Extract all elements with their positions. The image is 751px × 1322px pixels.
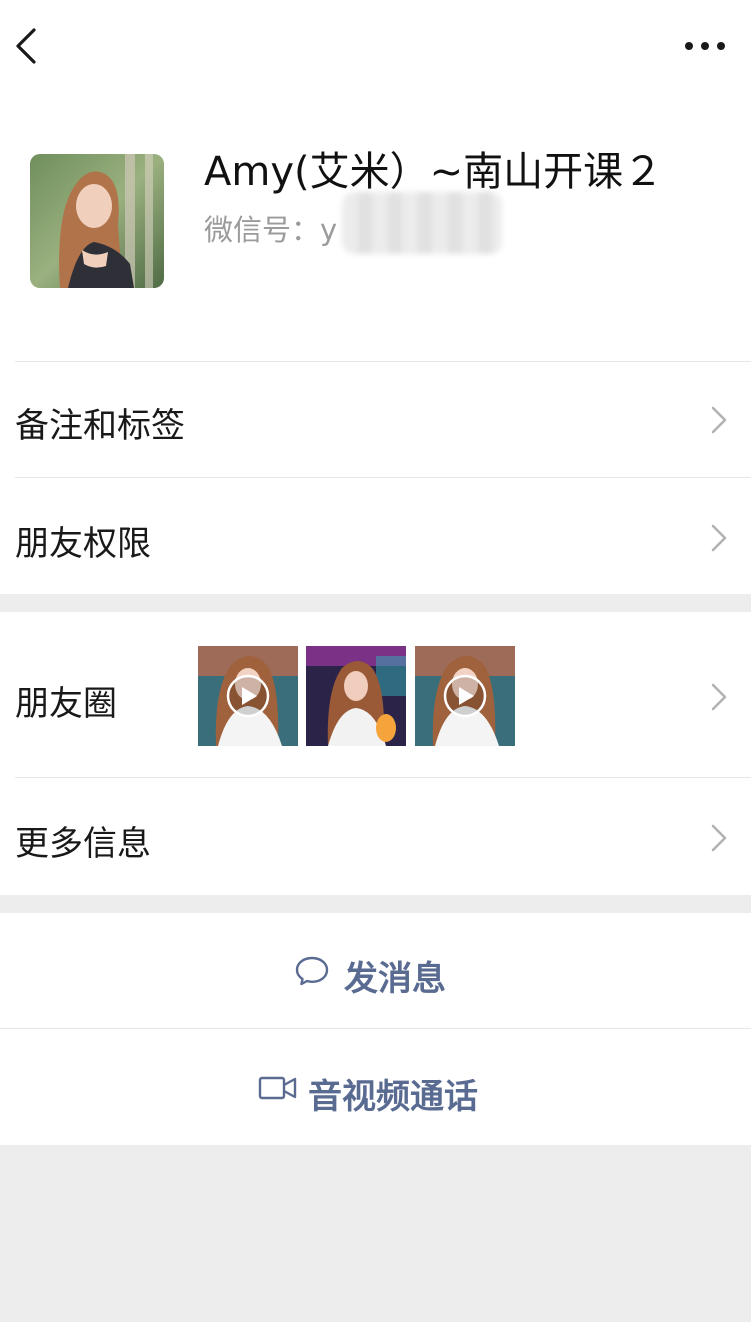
moments-thumbnail-photo[interactable] <box>306 646 406 746</box>
avatar-photo <box>30 154 164 288</box>
more-button[interactable] <box>680 32 730 60</box>
moments-photo <box>198 646 298 746</box>
more-info-label: 更多信息 <box>15 824 151 864</box>
moments-photo <box>415 646 515 746</box>
wechat-id: 微信号：y <box>204 213 338 247</box>
send-message-button[interactable]: 发消息 <box>0 913 751 1029</box>
more-info-cell[interactable]: 更多信息 <box>0 778 751 895</box>
profile-header: Amy(艾米）~南山开课２ 微信号：y <box>0 0 751 362</box>
chevron-right-icon <box>711 683 727 711</box>
contact-name: Amy(艾米）~南山开课２ <box>204 149 664 195</box>
avatar[interactable] <box>30 154 164 288</box>
remark-tags-cell[interactable]: 备注和标签 <box>0 362 751 478</box>
back-button[interactable] <box>8 22 48 70</box>
video-call-button[interactable]: 音视频通话 <box>0 1029 751 1145</box>
privacy-blur <box>342 192 502 254</box>
chevron-right-icon <box>711 524 727 552</box>
moments-thumbnail-video[interactable] <box>198 646 298 746</box>
video-call-label: 音视频通话 <box>308 1077 478 1117</box>
contact-profile-page: Amy(艾米）~南山开课２ 微信号：y 备注和标签 朋友权限 朋友圈 更多信息 … <box>0 0 751 1322</box>
friend-permissions-label: 朋友权限 <box>15 524 151 564</box>
video-camera-icon <box>258 1076 297 1100</box>
remark-tags-label: 备注和标签 <box>15 406 185 446</box>
back-icon <box>16 28 36 64</box>
friend-permissions-cell[interactable]: 朋友权限 <box>0 478 751 594</box>
moments-photo <box>306 646 406 746</box>
moments-thumbnail-video[interactable] <box>415 646 515 746</box>
moments-label: 朋友圈 <box>15 684 117 724</box>
send-message-label: 发消息 <box>344 959 446 999</box>
more-icon <box>685 42 725 50</box>
chat-bubble-icon <box>295 956 329 986</box>
chevron-right-icon <box>711 406 727 434</box>
chevron-right-icon <box>711 824 727 852</box>
